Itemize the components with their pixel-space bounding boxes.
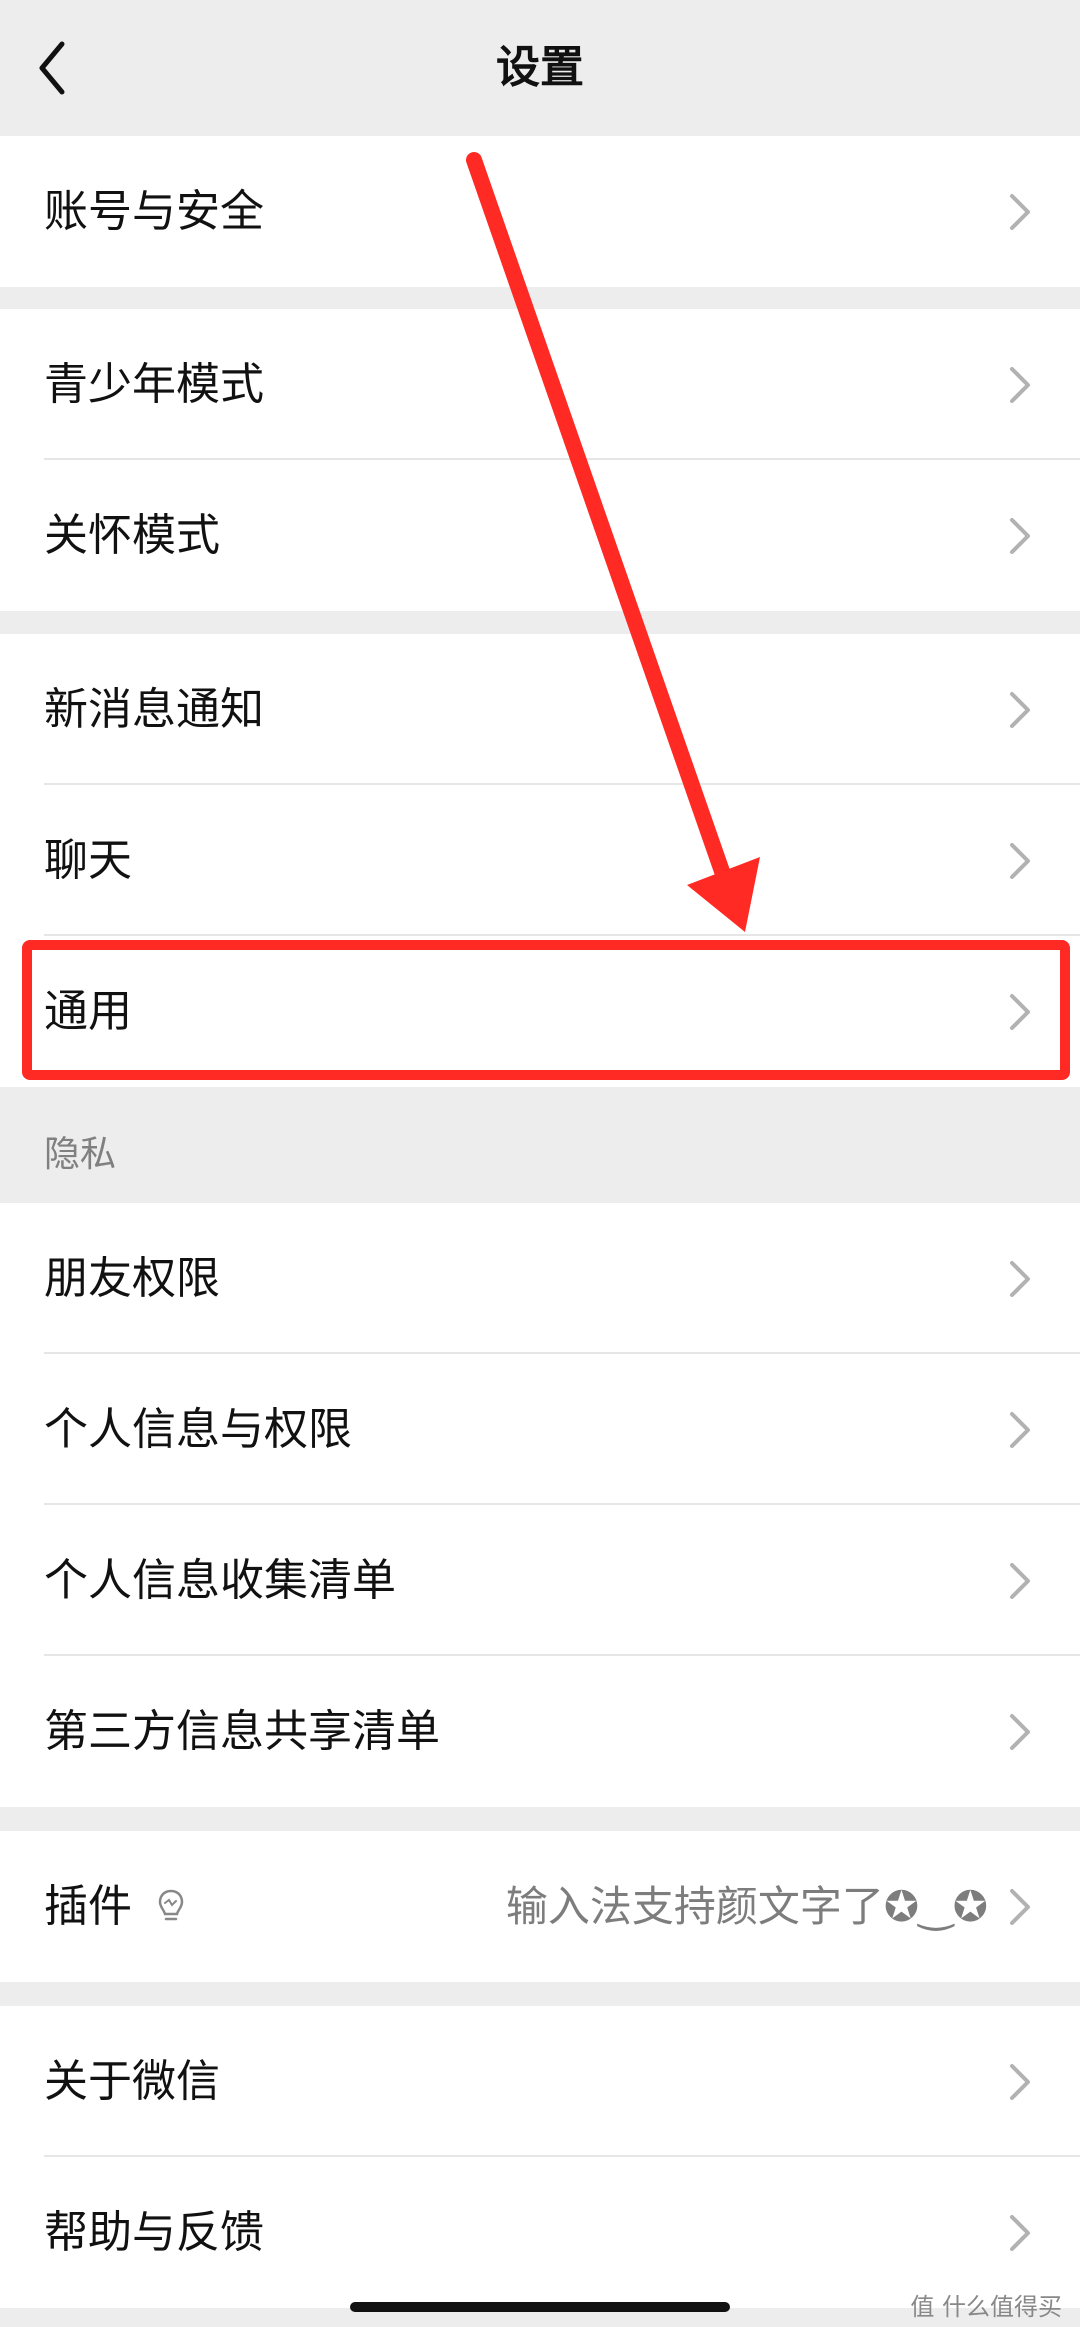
chevron-right-icon bbox=[1010, 843, 1030, 879]
page-title: 设置 bbox=[496, 42, 584, 93]
settings-item-label: 个人信息收集清单 bbox=[44, 1555, 396, 1606]
watermark: 值 什么值得买 bbox=[910, 2293, 1062, 2321]
settings-item-help-feedback[interactable]: 帮助与反馈 bbox=[0, 2157, 1080, 2308]
settings-item-label: 青少年模式 bbox=[44, 359, 264, 410]
chevron-right-icon bbox=[1010, 2064, 1030, 2100]
settings-item-label: 第三方信息共享清单 bbox=[44, 1706, 440, 1757]
settings-item-label: 关于微信 bbox=[44, 2056, 220, 2107]
settings-group-about: 关于微信 帮助与反馈 bbox=[0, 2006, 1080, 2308]
settings-item-third-party-sharing-list[interactable]: 第三方信息共享清单 bbox=[0, 1656, 1080, 1807]
settings-group-modes: 青少年模式 关怀模式 bbox=[0, 309, 1080, 611]
settings-item-notifications[interactable]: 新消息通知 bbox=[0, 634, 1080, 785]
settings-group-account: 账号与安全 bbox=[0, 136, 1080, 287]
chevron-right-icon bbox=[1010, 518, 1030, 554]
nav-bar: 设置 bbox=[0, 0, 1080, 136]
chevron-right-icon bbox=[1010, 1412, 1030, 1448]
annotation-highlight-box bbox=[22, 940, 1070, 1080]
settings-item-about-wechat[interactable]: 关于微信 bbox=[0, 2006, 1080, 2157]
settings-item-account-security[interactable]: 账号与安全 bbox=[0, 136, 1080, 287]
settings-item-label: 朋友权限 bbox=[44, 1253, 220, 1304]
settings-item-care-mode[interactable]: 关怀模式 bbox=[0, 460, 1080, 611]
settings-item-info-collection-list[interactable]: 个人信息收集清单 bbox=[0, 1505, 1080, 1656]
settings-group-plugins: 插件 输入法支持颜文字了✪‿✪ bbox=[0, 1831, 1080, 1982]
settings-item-label: 帮助与反馈 bbox=[44, 2207, 264, 2258]
settings-group-privacy: 朋友权限 个人信息与权限 个人信息收集清单 第三方信息共享清单 bbox=[0, 1203, 1080, 1807]
settings-item-label: 新消息通知 bbox=[44, 684, 264, 735]
settings-item-label: 聊天 bbox=[44, 835, 132, 886]
settings-item-label: 关怀模式 bbox=[44, 510, 220, 561]
chevron-right-icon bbox=[1010, 1261, 1030, 1297]
chevron-right-icon bbox=[1010, 1563, 1030, 1599]
settings-item-label: 账号与安全 bbox=[44, 186, 264, 237]
chevron-right-icon bbox=[1010, 692, 1030, 728]
chevron-right-icon bbox=[1010, 194, 1030, 230]
lightbulb-icon bbox=[158, 1889, 184, 1921]
home-indicator[interactable] bbox=[350, 2302, 730, 2312]
settings-item-label: 插件 bbox=[44, 1881, 132, 1932]
settings-item-friend-permissions[interactable]: 朋友权限 bbox=[0, 1203, 1080, 1354]
section-header-privacy: 隐私 bbox=[44, 1134, 117, 1175]
chevron-right-icon bbox=[1010, 1714, 1030, 1750]
settings-item-plugins[interactable]: 插件 输入法支持颜文字了✪‿✪ bbox=[0, 1831, 1080, 1982]
chevron-right-icon bbox=[1010, 367, 1030, 403]
settings-item-label: 个人信息与权限 bbox=[44, 1404, 352, 1455]
chevron-right-icon bbox=[1010, 2215, 1030, 2251]
settings-item-chat[interactable]: 聊天 bbox=[0, 785, 1080, 936]
settings-screen: 设置 账号与安全 青少年模式 关怀模式 新消息通知 聊天 通用 隐私 朋友权限 … bbox=[0, 0, 1080, 2327]
plugin-hint-text: 输入法支持颜文字了✪‿✪ bbox=[505, 1882, 988, 1931]
settings-item-personal-info-permissions[interactable]: 个人信息与权限 bbox=[0, 1354, 1080, 1505]
chevron-right-icon bbox=[1010, 1889, 1030, 1925]
settings-item-youth-mode[interactable]: 青少年模式 bbox=[0, 309, 1080, 460]
